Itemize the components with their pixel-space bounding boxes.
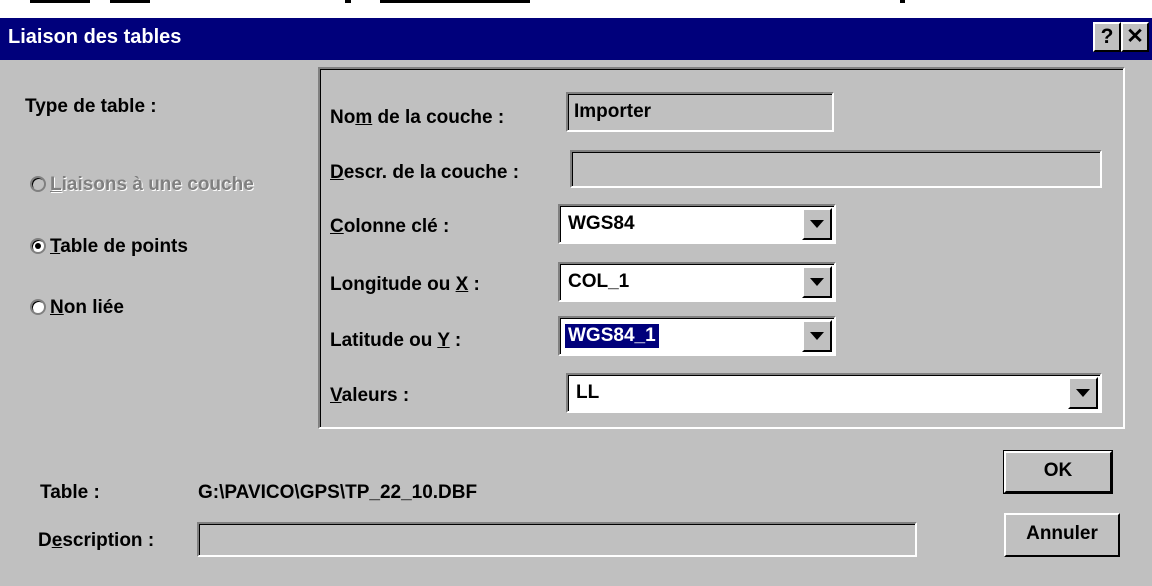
nom-couche-value: Importer [574,101,652,122]
close-icon: ✕ [1126,25,1144,48]
colonne-cle-label: Colonne clé : [330,216,450,237]
valeurs-label: Valeurs : [330,385,410,406]
descr-couche-field[interactable] [570,150,1102,188]
radio-table-points-icon [30,238,46,254]
radio-non-liee[interactable]: Non liée [30,297,230,323]
ok-button[interactable]: OK [1003,450,1113,494]
nom-couche-field[interactable]: Importer [566,92,834,132]
chevron-down-icon[interactable] [802,208,832,240]
radio-liaisons-mnemonic: L [50,174,62,195]
window-title: Liaison des tables [8,26,182,48]
description-field[interactable] [197,522,917,557]
radio-liaisons-icon [30,176,46,192]
radio-liaisons-label: iaisons à une couche [61,174,254,195]
valeurs-value: LL [576,382,600,403]
radio-table-points-mnemonic: T [50,236,61,257]
type-table-label: Type de table : [25,96,157,117]
chevron-down-icon[interactable] [802,266,832,298]
valeurs-select[interactable]: LL [566,373,1102,413]
longitude-value: COL_1 [568,271,630,292]
cancel-button[interactable]: Annuler [1004,513,1120,557]
radio-table-points-label: able de points [60,236,188,257]
table-path: G:\PAVICO\GPS\TP_22_10.DBF [198,482,478,503]
latitude-value: WGS84_1 [564,323,660,349]
chevron-down-icon[interactable] [802,320,832,352]
help-button[interactable]: ? [1093,22,1121,52]
descr-couche-label: Descr. de la couche : [330,162,520,183]
radio-non-liee-icon [30,299,46,315]
latitude-label: Latitude ou Y : [330,330,462,351]
colonne-cle-select[interactable]: WGS84 [558,204,836,244]
nom-couche-label: Nom de la couche : [330,107,505,128]
longitude-label: Longitude ou X : [330,274,480,295]
table-label: Table : [40,482,100,503]
chevron-down-icon[interactable] [1068,377,1098,409]
colonne-cle-value: WGS84 [568,213,635,234]
radio-table-points[interactable]: Table de points [30,236,280,262]
latitude-select[interactable]: WGS84_1 [558,316,836,356]
radio-non-liee-label: on liée [63,297,124,318]
background-window-strip [0,0,1152,18]
radio-non-liee-mnemonic: N [50,297,64,318]
longitude-select[interactable]: COL_1 [558,262,836,302]
radio-liaisons-couche[interactable]: Liaisons à une couche [30,174,320,200]
close-button[interactable]: ✕ [1121,22,1149,52]
description-label: Description : [38,530,155,551]
